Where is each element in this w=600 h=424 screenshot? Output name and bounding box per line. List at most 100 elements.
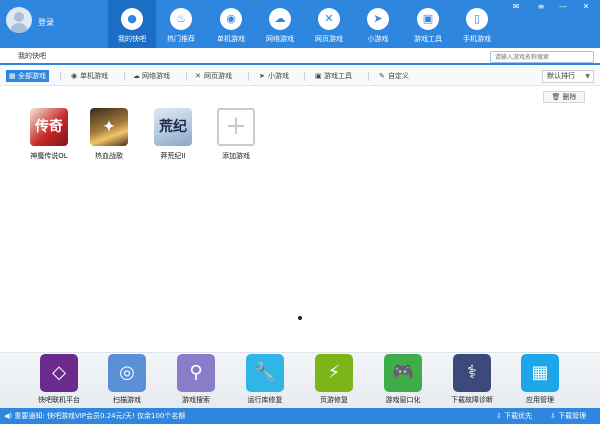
close-icon[interactable]: ✕ — [580, 2, 592, 12]
divider — [248, 72, 249, 81]
game-item[interactable]: 荒纪 莽荒纪II — [146, 108, 200, 161]
nav-tab-web[interactable]: ✕ 网页游戏 — [305, 0, 353, 48]
tool-lan-platform[interactable]: ◇ 快吧联机平台 — [26, 354, 92, 405]
nav-tab-tools[interactable]: ▣ 游戏工具 — [404, 0, 452, 48]
divider — [368, 72, 369, 81]
category-label: 网络游戏 — [142, 72, 170, 80]
grid-icon: ▦ — [9, 72, 16, 80]
game-cover: 传奇 — [30, 108, 68, 146]
wrench-icon: 🔧 — [246, 354, 284, 392]
category-label: 自定义 — [388, 72, 409, 80]
paper-plane-icon: ➤ — [259, 72, 265, 80]
game-label: 神魔传说OL — [30, 152, 68, 160]
tool-label: 快吧联机平台 — [38, 396, 80, 404]
tool-app-manager[interactable]: ▦ 应用管理 — [507, 354, 573, 405]
cloud-icon: ☁ — [133, 72, 140, 80]
download-manager-button[interactable]: ⇩ 下载管理 — [550, 408, 586, 424]
tool-label: 游戏搜索 — [182, 396, 210, 404]
tool-scan-games[interactable]: ◎ 扫描游戏 — [94, 354, 160, 405]
game-label: 热血战歌 — [95, 152, 123, 160]
nav-tab-hot[interactable]: ♨ 热门推荐 — [157, 0, 205, 48]
nav-tab-label: 网页游戏 — [315, 35, 343, 43]
game-item[interactable]: ✦ 热血战歌 — [82, 108, 136, 161]
tool-runtime-repair[interactable]: 🔧 运行库修复 — [232, 354, 298, 405]
download-priority-label: 下载优先 — [504, 412, 533, 420]
nav-tab-label: 手机游戏 — [463, 35, 491, 43]
tool-download-diagnosis[interactable]: ⚕ 下载故障诊断 — [439, 354, 505, 405]
game-cover-logo: 传奇 — [35, 119, 63, 135]
sort-selected-value: 默认排行 — [547, 72, 575, 80]
nav-tab-online[interactable]: ☁ 网络游戏 — [256, 0, 304, 48]
category-label: 游戏工具 — [324, 72, 352, 80]
download-priority-button[interactable]: ⇩ 下载优先 — [496, 408, 532, 424]
divider — [304, 72, 305, 81]
flame-icon: ♨ — [170, 8, 192, 30]
avatar-body-icon — [10, 23, 28, 33]
nav-tab-label: 单机游戏 — [217, 35, 245, 43]
plus-icon: + — [217, 108, 255, 146]
crossed-swords-icon: ✕ — [195, 72, 201, 80]
game-cover-logo: ✦ — [103, 119, 115, 135]
nav-tab-label: 网络游戏 — [266, 35, 294, 43]
category-single[interactable]: ◉ 单机游戏 — [68, 70, 111, 82]
nav-tab-mobile[interactable]: ▯ 手机游戏 — [453, 0, 501, 48]
login-link[interactable]: 登录 — [38, 17, 54, 28]
notice-text: 重要通知: 快吧游戏VIP会员0.24元/天! 仅余100个名额 — [14, 412, 186, 420]
sort-select[interactable]: 默认排行 ▼ — [542, 70, 594, 83]
category-mini[interactable]: ➤ 小游戏 — [256, 70, 292, 82]
category-label: 小游戏 — [268, 72, 289, 80]
tab-underline — [0, 63, 600, 65]
tool-label: 运行库修复 — [247, 396, 283, 404]
stethoscope-icon: ⚕ — [453, 354, 491, 392]
nav-tab-label: 游戏工具 — [414, 35, 442, 43]
game-label: 莽荒纪II — [160, 152, 186, 160]
delete-button[interactable]: 🗑 删除 — [543, 91, 585, 103]
add-game-button[interactable]: + 添加游戏 — [209, 108, 263, 161]
tool-window-mode[interactable]: 🎮 游戏窗口化 — [370, 354, 436, 405]
category-label: 网页游戏 — [204, 72, 232, 80]
tool-label: 下载故障诊断 — [451, 396, 493, 404]
game-cover-logo: 荒纪 — [159, 119, 187, 135]
tool-webgame-repair[interactable]: ⚡ 页游修复 — [301, 354, 367, 405]
add-game-label: 添加游戏 — [222, 152, 250, 160]
divider — [186, 72, 187, 81]
speaker-icon: ◀) — [4, 412, 13, 420]
page-indicator-dot[interactable] — [298, 316, 302, 320]
menu-icon[interactable]: ≡ — [535, 2, 547, 12]
game-cover: ✦ — [90, 108, 128, 146]
download-arrow-icon: ⇩ — [550, 412, 556, 420]
category-web[interactable]: ✕ 网页游戏 — [192, 70, 235, 82]
gamepad-icon: ◉ — [71, 72, 78, 80]
category-label: 全部游戏 — [18, 72, 46, 80]
lightning-icon: ⚡ — [315, 354, 353, 392]
divider — [60, 72, 61, 81]
game-cover: 荒纪 — [154, 108, 192, 146]
category-custom[interactable]: ✎ 自定义 — [376, 70, 412, 82]
tool-label: 页游修复 — [320, 396, 348, 404]
nav-tab-label: 小游戏 — [367, 35, 389, 43]
nav-tab-my-kuaiba[interactable]: ● 我的快吧 — [108, 0, 156, 48]
user-icon: ● — [121, 8, 143, 30]
category-all[interactable]: ▦ 全部游戏 — [6, 70, 49, 82]
download-manager-label: 下载管理 — [558, 412, 587, 420]
pencil-icon: ✎ — [379, 72, 385, 80]
tab-my-kuaiba[interactable]: 我的快吧 — [4, 48, 60, 64]
nav-tab-label: 热门推荐 — [167, 35, 195, 43]
nav-tab-single[interactable]: ◉ 单机游戏 — [207, 0, 255, 48]
category-tools[interactable]: ▣ 游戏工具 — [312, 70, 355, 82]
category-bar: ▦ 全部游戏 ◉ 单机游戏 ☁ 网络游戏 ✕ 网页游戏 ➤ 小游戏 ▣ 游戏工具 ✎ 自定义 — [0, 66, 600, 86]
category-label: 单机游戏 — [80, 72, 108, 80]
search-input[interactable] — [490, 51, 594, 63]
avatar[interactable] — [6, 7, 32, 33]
category-online[interactable]: ☁ 网络游戏 — [130, 70, 173, 82]
mail-icon[interactable]: ✉ — [510, 2, 522, 12]
game-item[interactable]: 传奇 神魔传说OL — [22, 108, 76, 161]
radar-icon: ◎ — [108, 354, 146, 392]
trash-icon: 🗑 — [551, 93, 561, 101]
toolbox-icon: ▣ — [315, 72, 322, 80]
cloud-icon: ☁ — [269, 8, 291, 30]
nav-tab-mini[interactable]: ➤ 小游戏 — [354, 0, 402, 48]
notice-link[interactable]: ◀) 重要通知: 快吧游戏VIP会员0.24元/天! 仅余100个名额 — [4, 408, 185, 424]
minimize-icon[interactable]: — — [557, 2, 569, 12]
tool-game-search[interactable]: ⚲ 游戏搜索 — [163, 354, 229, 405]
